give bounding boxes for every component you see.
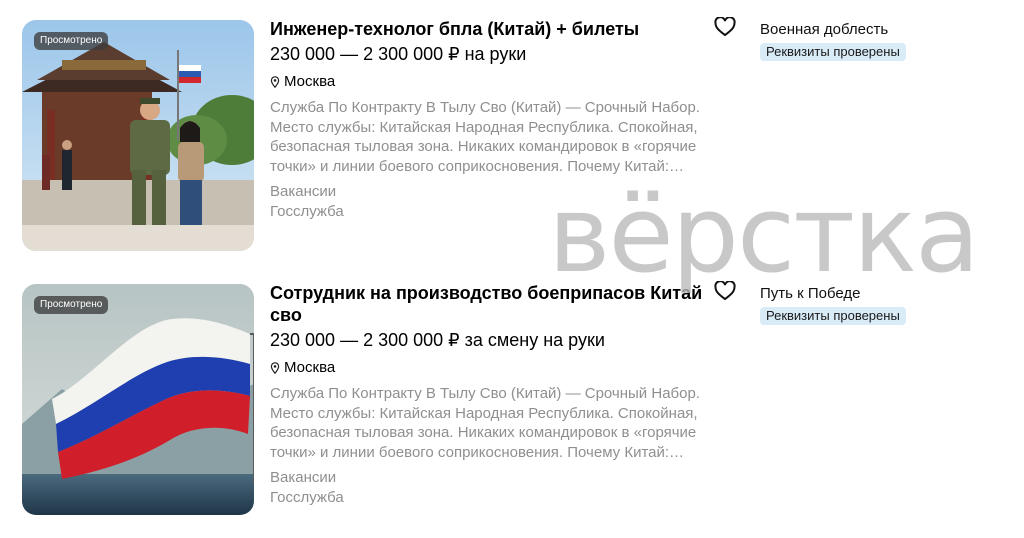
listing-photo[interactable]: Просмотрено <box>22 20 254 251</box>
listing-location: Москва <box>270 72 710 92</box>
verified-badge: Реквизиты проверены <box>760 43 906 61</box>
seller-block: Путь к Победе Реквизиты проверены <box>760 284 906 325</box>
seller-name[interactable]: Путь к Победе <box>760 284 906 304</box>
seller-name[interactable]: Военная доблесть <box>760 20 906 40</box>
listing-category[interactable]: Вакансии <box>270 468 710 488</box>
favorite-heart-icon[interactable] <box>714 17 736 37</box>
listing-info: Инженер-технолог бпла (Китай) + билеты 2… <box>270 18 710 222</box>
russian-flag-photo-icon <box>22 284 254 515</box>
listing-card[interactable]: Просмотрено Сотрудник на производство бо… <box>0 281 1024 522</box>
listing-photo[interactable]: Просмотрено <box>22 284 254 515</box>
listing-title[interactable]: Сотрудник на производство боеприпасов Ки… <box>270 282 710 326</box>
location-text: Москва <box>284 73 336 90</box>
listing-subcategory[interactable]: Госслужба <box>270 488 710 508</box>
listing-category[interactable]: Вакансии <box>270 182 710 202</box>
viewed-badge: Просмотрено <box>34 296 109 314</box>
listing-description: Служба По Контракту В Тылу Сво (Китай) —… <box>270 385 700 461</box>
viewed-badge: Просмотрено <box>34 32 109 50</box>
listing-subcategory[interactable]: Госслужба <box>270 202 710 222</box>
listing-price: 230 000 — 2 300 000 ₽ на руки <box>270 44 527 64</box>
soldier-photo-icon <box>22 20 254 251</box>
favorite-heart-icon[interactable] <box>714 281 736 301</box>
location-text: Москва <box>284 359 336 376</box>
listing-location: Москва <box>270 358 710 378</box>
listing-card[interactable]: Просмотрено Инженер-технолог бпла (Китай… <box>0 17 1024 258</box>
listing-description: Служба По Контракту В Тылу Сво (Китай) —… <box>270 99 700 175</box>
listing-price: 230 000 — 2 300 000 ₽ за смену на руки <box>270 330 605 350</box>
listing-title[interactable]: Инженер-технолог бпла (Китай) + билеты <box>270 18 710 40</box>
seller-block: Военная доблесть Реквизиты проверены <box>760 20 906 61</box>
location-pin-icon <box>270 76 280 88</box>
verified-badge: Реквизиты проверены <box>760 307 906 325</box>
listing-info: Сотрудник на производство боеприпасов Ки… <box>270 282 710 508</box>
location-pin-icon <box>270 362 280 374</box>
